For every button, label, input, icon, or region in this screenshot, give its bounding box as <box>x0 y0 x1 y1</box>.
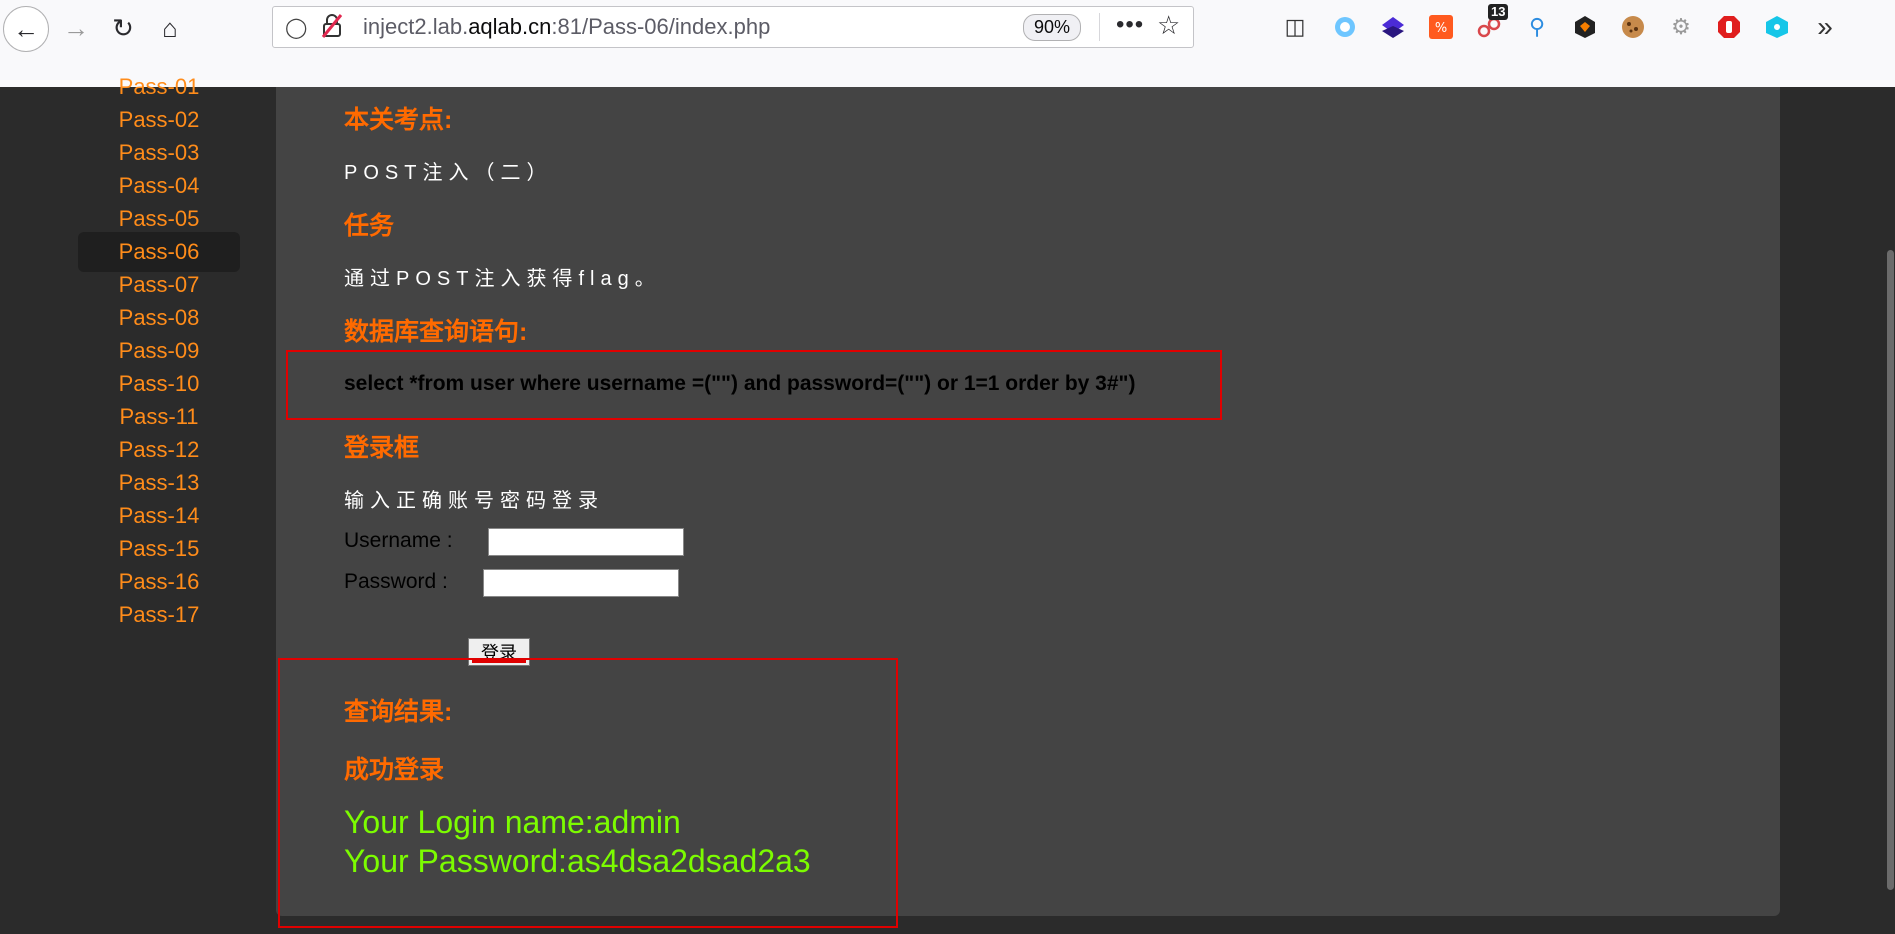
task-heading: 任务 <box>344 212 395 240</box>
ublock-icon[interactable] <box>1714 12 1744 42</box>
zoom-level-badge[interactable]: 90% <box>1023 14 1082 41</box>
result-password: Your Password:as4dsa2dsad2a3 <box>344 843 811 879</box>
reload-icon[interactable]: ↻ <box>101 6 145 50</box>
extension-pin-icon[interactable]: ⚲ <box>1522 12 1552 42</box>
bookmark-star-icon[interactable]: ☆ <box>1157 10 1180 41</box>
extension-count-badge: 13 <box>1488 4 1509 20</box>
login-hint: 输入正确账号密码登录 <box>344 490 604 512</box>
extension-circle-icon[interactable] <box>1330 12 1360 42</box>
home-icon[interactable]: ⌂ <box>148 6 192 50</box>
result-heading: 查询结果: <box>344 698 453 726</box>
cookie-icon[interactable] <box>1618 12 1648 42</box>
page-actions-menu-icon[interactable]: ••• <box>1116 11 1144 39</box>
right-gutter <box>1780 87 1895 934</box>
focus-text: POST注入（二） <box>344 162 553 184</box>
scrollbar-thumb[interactable] <box>1887 250 1894 890</box>
sql-heading: 数据库查询语句: <box>344 318 528 346</box>
sidebar-toggle-icon[interactable]: ◫ <box>1280 12 1310 42</box>
extension-cube-icon[interactable] <box>1762 12 1792 42</box>
extension-gear-icon[interactable]: ⚙ <box>1666 12 1696 42</box>
url-divider <box>1099 13 1100 41</box>
extension-layers-icon[interactable] <box>1378 12 1408 42</box>
url-text[interactable]: inject2.lab.aqlab.cn:81/Pass-06/index.ph… <box>363 14 770 40</box>
result-login-name: Your Login name:admin <box>344 804 681 840</box>
svg-text:%: % <box>1435 21 1447 36</box>
browser-toolbar: ← → ↻ ⌂ ◯ inject2.lab.aqlab.cn:81/Pass-0… <box>0 0 1895 88</box>
result-status: 成功登录 <box>344 756 445 784</box>
login-heading: 登录框 <box>344 434 420 462</box>
task-text: 通过POST注入获得flag。 <box>344 268 661 290</box>
shield-icon[interactable]: ◯ <box>285 15 307 40</box>
back-arrow-icon[interactable]: ← <box>3 6 49 52</box>
forward-arrow-icon[interactable]: → <box>54 6 98 50</box>
address-bar[interactable]: ◯ inject2.lab.aqlab.cn:81/Pass-06/index.… <box>272 6 1194 48</box>
overflow-chevron-icon[interactable]: » <box>1810 11 1840 42</box>
password-input[interactable] <box>483 569 679 597</box>
insecure-lock-icon[interactable] <box>321 13 343 39</box>
sql-statement: select *from user where username =("") a… <box>344 372 1136 395</box>
password-label: Password : <box>344 570 448 593</box>
username-label: Username : <box>344 529 453 552</box>
extension-wappalyzer-icon[interactable] <box>1570 12 1600 42</box>
sidebar-item-pass-17[interactable]: Pass-17 <box>78 595 240 635</box>
username-input[interactable] <box>488 528 684 556</box>
extension-hackbar-icon[interactable]: % <box>1426 12 1456 42</box>
focus-heading: 本关考点: <box>344 106 453 134</box>
